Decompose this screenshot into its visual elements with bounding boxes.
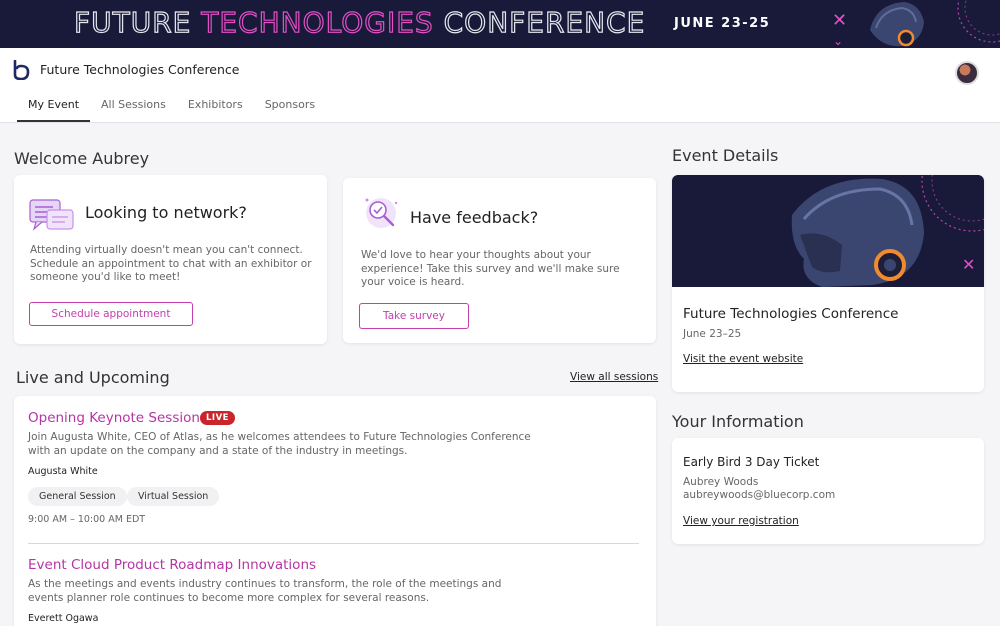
app-title: Future Technologies Conference [40, 62, 240, 77]
app-logo-icon[interactable] [13, 60, 30, 80]
user-avatar[interactable] [955, 61, 979, 85]
sessions-card: Opening Keynote Session LIVE Join August… [14, 396, 656, 626]
banner-title-word-1: FUTURE [73, 5, 192, 39]
tab-sponsors[interactable]: Sponsors [254, 92, 326, 122]
live-upcoming-title: Live and Upcoming [16, 368, 170, 387]
visit-event-website-link[interactable]: Visit the event website [683, 353, 803, 365]
feedback-card: Have feedback? We'd love to hear your th… [343, 178, 656, 343]
session-speaker: Augusta White [28, 466, 98, 477]
network-card: Looking to network? Attending virtually … [14, 175, 327, 344]
session-tag: General Session [28, 487, 127, 506]
session-speaker: Everett Ogawa [28, 613, 99, 624]
session-title[interactable]: Opening Keynote Session [28, 410, 200, 426]
chat-bubbles-icon [29, 199, 74, 231]
event-hero-image: ✕ [672, 175, 984, 287]
session-title[interactable]: Event Cloud Product Roadmap Innovations [28, 557, 316, 573]
attendee-name: Aubrey Woods [683, 476, 759, 488]
event-date: June 23–25 [683, 328, 742, 340]
network-heading: Looking to network? [85, 203, 247, 222]
attendee-email: aubreywoods@bluecorp.com [683, 489, 836, 501]
banner-title-word-3: CONFERENCE [443, 5, 646, 39]
welcome-title: Welcome Aubrey [14, 149, 150, 168]
take-survey-button[interactable]: Take survey [359, 303, 469, 329]
chevron-decoration-icon: ⌄ [833, 34, 844, 48]
tab-my-event[interactable]: My Event [17, 92, 91, 122]
feedback-text: We'd love to hear your thoughts about yo… [361, 249, 620, 288]
your-information-card: Early Bird 3 Day Ticket Aubrey Woods aub… [672, 438, 984, 544]
session-description: Join Augusta White, CEO of Atlas, as he … [28, 431, 531, 457]
magnifier-check-icon [365, 198, 398, 228]
event-name: Future Technologies Conference [683, 306, 899, 322]
tab-all-sessions[interactable]: All Sessions [90, 92, 177, 122]
helmet-art-icon [870, 0, 1000, 47]
event-banner: FUTURE TECHNOLOGIES CONFERENCE JUNE 23-2… [0, 0, 1000, 48]
network-text: Attending virtually doesn't mean you can… [30, 244, 312, 283]
banner-title-word-2: TECHNOLOGIES [201, 5, 434, 39]
view-registration-link[interactable]: View your registration [683, 515, 799, 527]
session-tag: Virtual Session [127, 487, 220, 506]
event-details-title: Event Details [672, 146, 779, 165]
feedback-heading: Have feedback? [410, 208, 539, 227]
x-decoration-icon: ✕ [832, 10, 848, 31]
banner-date: JUNE 23-25 [674, 16, 771, 31]
event-details-card: ✕ Future Technologies Conference June 23… [672, 175, 984, 392]
live-badge: LIVE [200, 411, 235, 425]
main-tabs: My Event All Sessions Exhibitors Sponsor… [17, 92, 326, 122]
schedule-appointment-button[interactable]: Schedule appointment [29, 302, 193, 326]
svg-text:✕: ✕ [962, 255, 975, 274]
session-description: As the meetings and events industry cont… [28, 578, 502, 604]
view-all-sessions-link[interactable]: View all sessions [570, 371, 658, 383]
app-header: Future Technologies Conference My Event … [0, 48, 1000, 123]
session-time: 9:00 AM – 10:00 AM EDT [28, 514, 146, 525]
session-divider [28, 543, 639, 544]
ticket-type: Early Bird 3 Day Ticket [683, 455, 820, 469]
banner-title: FUTURE TECHNOLOGIES CONFERENCE [73, 5, 646, 39]
tab-exhibitors[interactable]: Exhibitors [177, 92, 254, 122]
your-information-title: Your Information [672, 412, 804, 431]
